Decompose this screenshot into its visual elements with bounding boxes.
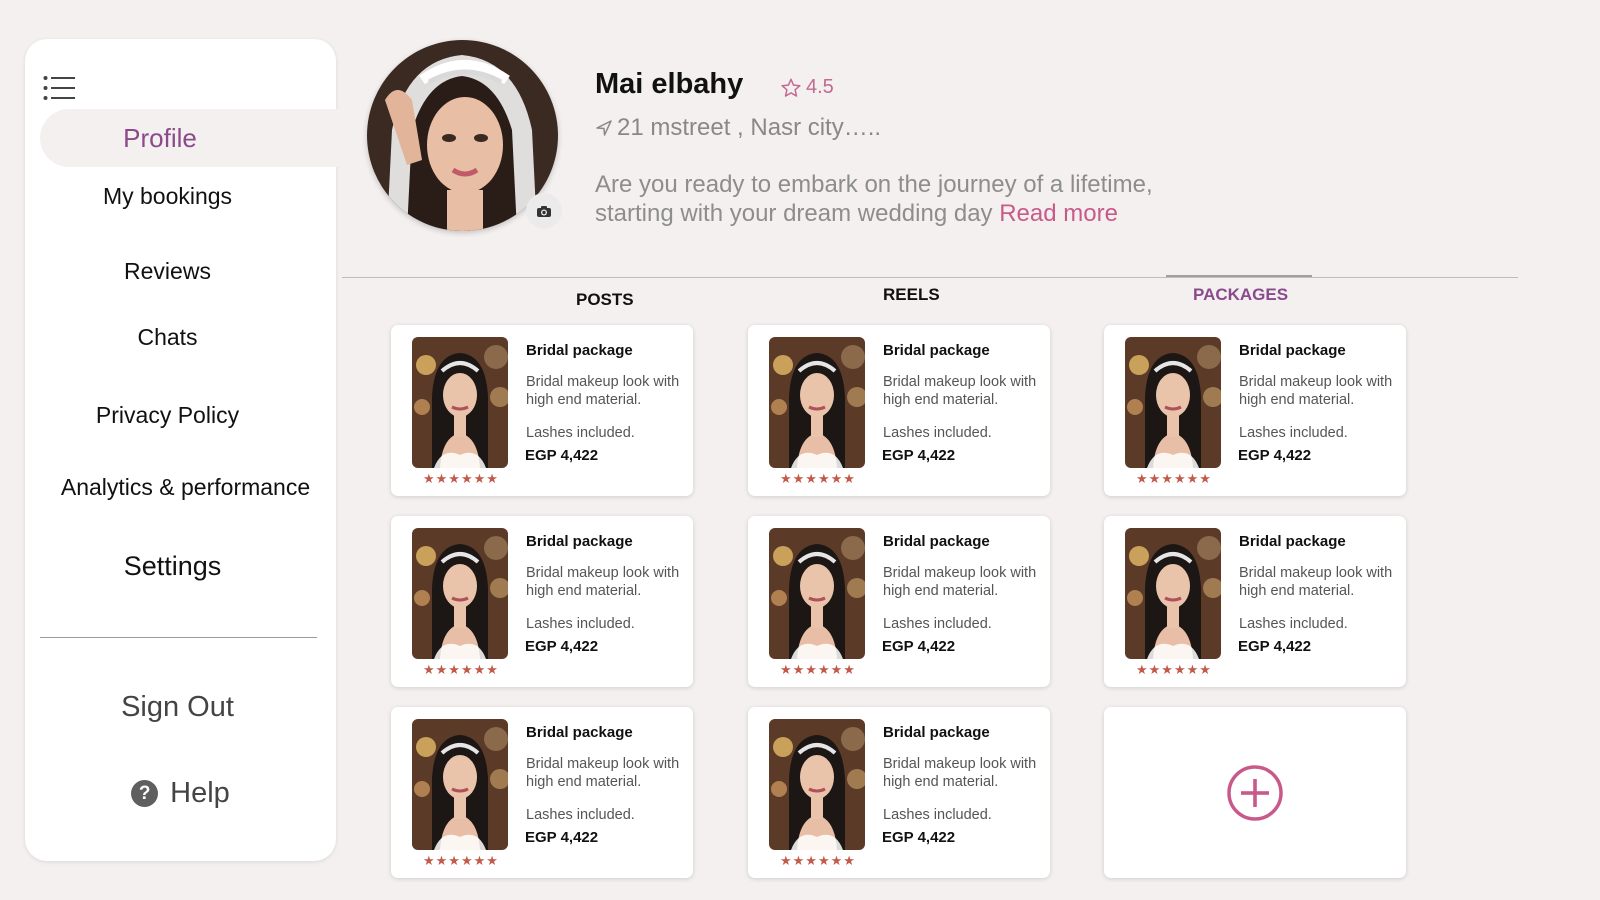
star-rating: ★★★★★★ <box>780 662 856 677</box>
plus-circle-icon <box>1227 764 1283 821</box>
add-package-button[interactable] <box>1104 707 1406 878</box>
location-arrow-icon <box>596 120 612 136</box>
sidebar-divider <box>40 637 317 638</box>
star-rating: ★★★★★★ <box>423 662 499 677</box>
sidebar-item-privacy-policy[interactable]: Privacy Policy <box>25 402 336 429</box>
package-price: EGP 4,422 <box>882 638 956 655</box>
package-description: Bridal makeup look with high end materia… <box>883 756 1037 790</box>
camera-button[interactable] <box>526 193 562 229</box>
package-note: Lashes included. <box>883 425 992 441</box>
package-price: EGP 4,422 <box>1238 638 1312 655</box>
bio-line-2: starting with your dream wedding day <box>595 200 993 227</box>
package-image <box>769 337 865 468</box>
package-note: Lashes included. <box>883 807 992 823</box>
package-title: Bridal package <box>526 724 633 741</box>
bio: Are you ready to embark on the journey o… <box>595 170 1235 228</box>
package-price: EGP 4,422 <box>525 447 599 464</box>
package-price: EGP 4,422 <box>525 638 599 655</box>
package-title: Bridal package <box>526 533 633 550</box>
package-note: Lashes included. <box>526 425 635 441</box>
package-card[interactable]: ★★★★★★ Bridal package Bridal makeup look… <box>748 325 1050 496</box>
package-title: Bridal package <box>1239 342 1346 359</box>
sidebar-item-label: Privacy Policy <box>95 402 240 428</box>
tab-reels[interactable]: REELS <box>883 285 940 305</box>
package-image <box>1125 528 1221 659</box>
star-rating: ★★★★★★ <box>1136 471 1212 486</box>
package-title: Bridal package <box>883 724 990 741</box>
camera-icon <box>537 205 551 217</box>
sidebar-item-reviews[interactable]: Reviews <box>25 258 336 285</box>
package-note: Lashes included. <box>1239 425 1348 441</box>
package-price: EGP 4,422 <box>882 829 956 846</box>
sidebar-item-label: My bookings <box>102 183 233 209</box>
package-card[interactable]: ★★★★★★ Bridal package Bridal makeup look… <box>391 707 693 878</box>
sidebar-item-profile[interactable]: Profile <box>40 109 345 167</box>
sign-out-button[interactable]: Sign Out <box>25 691 336 724</box>
package-description: Bridal makeup look with high end materia… <box>1239 374 1393 408</box>
sidebar-item-label: Analytics & performance <box>60 474 311 500</box>
tabs-divider <box>342 277 1518 278</box>
help-button[interactable]: ? Help <box>25 777 336 810</box>
active-tab-indicator <box>1166 275 1312 277</box>
package-card[interactable]: ★★★★★★ Bridal package Bridal makeup look… <box>748 707 1050 878</box>
package-price: EGP 4,422 <box>882 447 956 464</box>
package-card[interactable]: ★★★★★★ Bridal package Bridal makeup look… <box>1104 325 1406 496</box>
package-image <box>412 337 508 468</box>
sidebar-item-label: Reviews <box>124 258 211 284</box>
address-text: 21 mstreet , Nasr city….. <box>617 114 882 141</box>
rating: 4.5 <box>780 76 834 99</box>
package-price: EGP 4,422 <box>525 829 599 846</box>
package-title: Bridal package <box>883 342 990 359</box>
sidebar-item-label: Profile <box>123 123 197 153</box>
sidebar-item-chats[interactable]: Chats <box>25 324 336 351</box>
help-label: Help <box>170 777 230 809</box>
star-rating: ★★★★★★ <box>423 471 499 486</box>
sidebar-item-my-bookings[interactable]: My bookings <box>25 183 336 210</box>
package-image <box>1125 337 1221 468</box>
sidebar: Profile My bookings Reviews Chats Privac… <box>25 39 345 861</box>
package-image <box>769 719 865 850</box>
star-rating: ★★★★★★ <box>423 853 499 868</box>
package-title: Bridal package <box>883 533 990 550</box>
package-image <box>412 528 508 659</box>
package-image <box>769 528 865 659</box>
bio-line-1: Are you ready to embark on the journey o… <box>595 171 1153 198</box>
package-description: Bridal makeup look with high end materia… <box>883 565 1037 599</box>
tab-posts[interactable]: POSTS <box>576 290 634 310</box>
sidebar-item-settings[interactable]: Settings <box>25 551 336 582</box>
package-description: Bridal makeup look with high end materia… <box>526 374 680 408</box>
package-description: Bridal makeup look with high end materia… <box>526 565 680 599</box>
package-description: Bridal makeup look with high end materia… <box>883 374 1037 408</box>
package-note: Lashes included. <box>883 616 992 632</box>
package-note: Lashes included. <box>526 807 635 823</box>
package-title: Bridal package <box>1239 533 1346 550</box>
star-rating: ★★★★★★ <box>1136 662 1212 677</box>
sidebar-item-analytics[interactable]: Analytics & performance <box>25 474 336 501</box>
package-card[interactable]: ★★★★★★ Bridal package Bridal makeup look… <box>1104 516 1406 687</box>
package-description: Bridal makeup look with high end materia… <box>1239 565 1393 599</box>
list-menu-icon[interactable] <box>43 75 75 101</box>
sidebar-item-label: Settings <box>123 551 222 581</box>
rating-value: 4.5 <box>806 76 834 98</box>
package-card[interactable]: ★★★★★★ Bridal package Bridal makeup look… <box>391 325 693 496</box>
address: 21 mstreet , Nasr city….. <box>595 114 881 142</box>
sidebar-item-label: Chats <box>137 324 198 350</box>
tab-packages[interactable]: PACKAGES <box>1193 285 1288 305</box>
profile-name: Mai elbahy <box>595 68 744 100</box>
package-price: EGP 4,422 <box>1238 447 1312 464</box>
sign-out-label: Sign Out <box>121 691 234 723</box>
star-rating: ★★★★★★ <box>780 471 856 486</box>
package-card[interactable]: ★★★★★★ Bridal package Bridal makeup look… <box>748 516 1050 687</box>
package-card[interactable]: ★★★★★★ Bridal package Bridal makeup look… <box>391 516 693 687</box>
read-more-link[interactable]: Read more <box>999 200 1118 227</box>
star-rating: ★★★★★★ <box>780 853 856 868</box>
package-description: Bridal makeup look with high end materia… <box>526 756 680 790</box>
package-note: Lashes included. <box>526 616 635 632</box>
package-image <box>412 719 508 850</box>
star-outline-icon <box>781 78 801 97</box>
package-note: Lashes included. <box>1239 616 1348 632</box>
question-circle-icon: ? <box>131 780 159 807</box>
package-title: Bridal package <box>526 342 633 359</box>
